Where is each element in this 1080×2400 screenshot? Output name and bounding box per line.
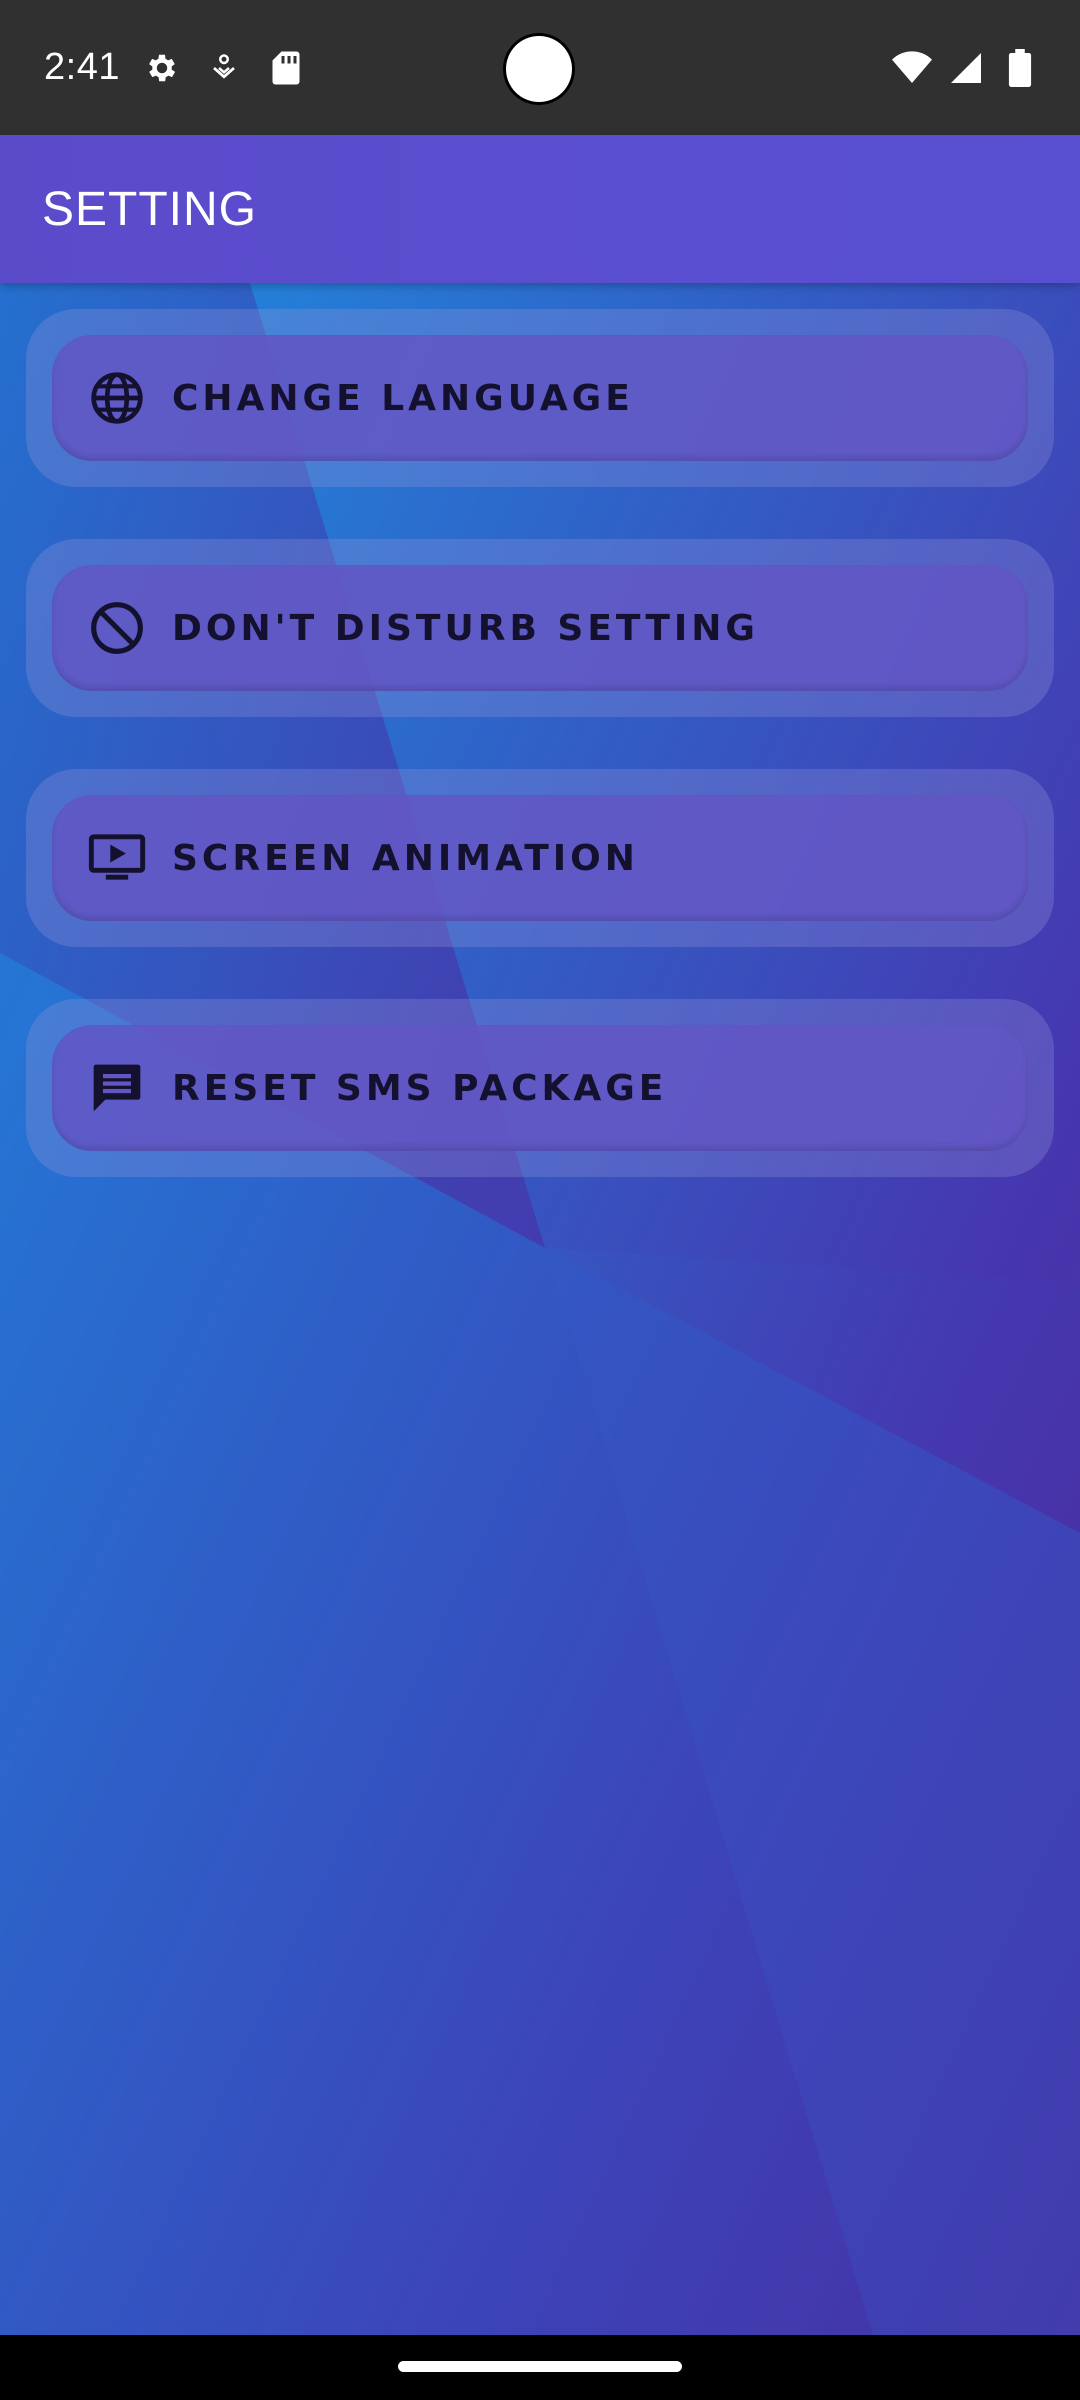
menu-item-label: RESET SMS PACKAGE: [172, 1067, 668, 1109]
screen-play-icon: [88, 829, 146, 887]
app-bar: SETTING: [0, 135, 1080, 283]
change-language-button[interactable]: CHANGE LANGUAGE: [26, 309, 1054, 487]
sd-card-icon: [266, 48, 306, 88]
menu-item-inner: CHANGE LANGUAGE: [52, 335, 1028, 461]
status-time: 2:41: [44, 46, 120, 88]
menu-item-label: DON'T DISTURB SETTING: [172, 607, 759, 649]
screen-animation-button[interactable]: SCREEN ANIMATION: [26, 769, 1054, 947]
dont-disturb-setting-button[interactable]: DON'T DISTURB SETTING: [26, 539, 1054, 717]
battery-icon: [1000, 48, 1040, 88]
globe-icon: [88, 369, 146, 427]
reset-sms-package-button[interactable]: RESET SMS PACKAGE: [26, 999, 1054, 1177]
message-icon: [88, 1059, 146, 1117]
menu-item-label: CHANGE LANGUAGE: [172, 377, 634, 419]
menu-item-inner: SCREEN ANIMATION: [52, 795, 1028, 921]
signal-icon: [946, 48, 986, 88]
status-bar: 2:41: [0, 0, 1080, 135]
wifi-icon: [892, 48, 932, 88]
status-bar-right: [892, 0, 1040, 135]
menu-item-label: SCREEN ANIMATION: [172, 837, 639, 879]
block-icon: [88, 599, 146, 657]
settings-content: CHANGE LANGUAGE DON'T DISTURB SETTING SC…: [0, 283, 1080, 2335]
home-gesture-handle[interactable]: [398, 2361, 682, 2372]
status-bar-left: 2:41: [44, 46, 306, 89]
menu-item-inner: RESET SMS PACKAGE: [52, 1025, 1028, 1151]
page-title: SETTING: [42, 182, 258, 236]
settings-gear-icon: [142, 48, 182, 88]
hands-badge-icon: [204, 48, 244, 88]
menu-item-inner: DON'T DISTURB SETTING: [52, 565, 1028, 691]
camera-cutout: [506, 36, 572, 102]
